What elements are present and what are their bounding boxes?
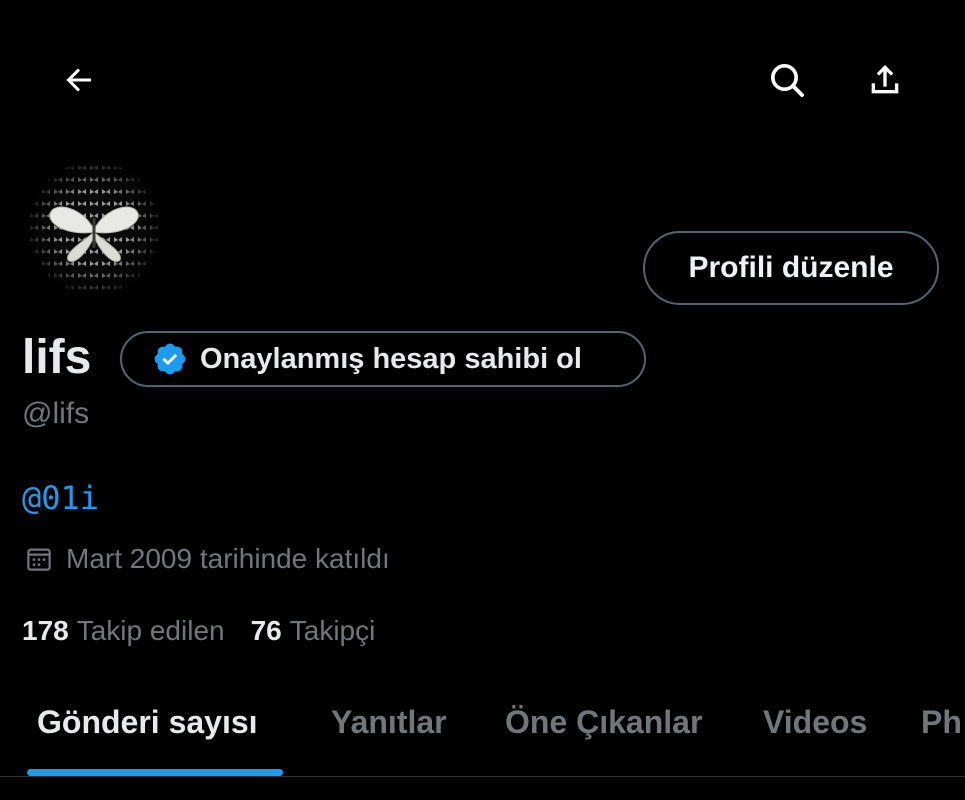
- search-icon: [771, 64, 804, 97]
- edit-profile-button[interactable]: Profili düzenle: [643, 231, 939, 305]
- get-verified-button[interactable]: Onaylanmış hesap sahibi ol: [120, 331, 646, 387]
- followers-label: Takipçi: [289, 615, 376, 646]
- search-button[interactable]: [755, 48, 819, 112]
- back-button[interactable]: [47, 48, 111, 112]
- tab-videos[interactable]: Videos: [763, 680, 867, 764]
- butterfly-avatar-icon: [28, 162, 160, 294]
- tab-photos[interactable]: Ph: [921, 680, 965, 764]
- verified-badge-icon: [154, 343, 186, 375]
- tabs-divider: [0, 776, 965, 777]
- join-date-text: Mart 2009 tarihinde katıldı: [66, 543, 390, 574]
- join-date: Mart 2009 tarihinde katıldı: [24, 543, 390, 575]
- following-link[interactable]: 178 Takip edilen: [22, 615, 225, 647]
- following-label: Takip edilen: [76, 615, 225, 646]
- display-name: lifs: [22, 331, 92, 384]
- tab-replies[interactable]: Yanıtlar: [331, 680, 447, 764]
- user-handle: @lifs: [22, 397, 90, 430]
- following-count: 178: [22, 615, 69, 646]
- share-button[interactable]: [853, 48, 917, 112]
- followers-link[interactable]: 76 Takipçi: [251, 615, 376, 647]
- edit-profile-label: Profili düzenle: [688, 251, 894, 284]
- profile-tabs: Gönderi sayısı Yanıtlar Öne Çıkanlar Vid…: [0, 680, 965, 776]
- bio-mention-link[interactable]: @01i: [22, 479, 99, 517]
- get-verified-label: Onaylanmış hesap sahibi ol: [200, 342, 582, 375]
- tab-highlights[interactable]: Öne Çıkanlar: [505, 680, 702, 764]
- arrow-left-icon: [66, 68, 91, 92]
- follow-stats: 178 Takip edilen 76 Takipçi: [22, 615, 375, 647]
- share-upload-icon: [871, 65, 899, 94]
- followers-count: 76: [250, 615, 282, 646]
- calendar-icon: [27, 548, 51, 571]
- avatar[interactable]: [28, 162, 160, 294]
- tab-posts[interactable]: Gönderi sayısı: [37, 680, 258, 764]
- active-tab-indicator: [27, 769, 283, 776]
